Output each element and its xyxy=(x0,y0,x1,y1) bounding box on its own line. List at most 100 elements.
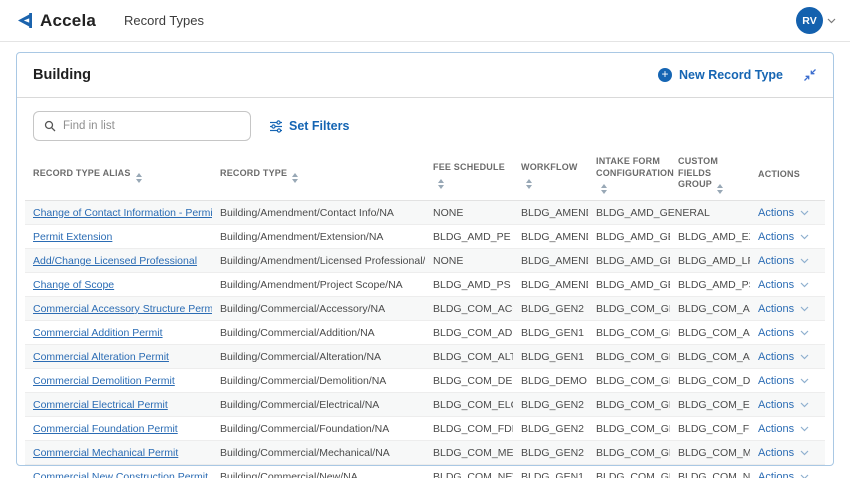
column-header-custom-fields-group[interactable]: Custom Fields Group xyxy=(670,153,750,201)
user-avatar[interactable]: RV xyxy=(796,7,823,34)
fee-schedule-cell: BLDG_COM_NEW xyxy=(425,465,513,478)
table-row: Commercial Foundation Permit Building/Co… xyxy=(25,417,825,441)
record-type-alias-link[interactable]: Change of Scope xyxy=(33,279,114,291)
table-row: Commercial Addition Permit Building/Comm… xyxy=(25,321,825,345)
column-header-intake-form-configuration[interactable]: Intake Form Configuration xyxy=(588,153,670,201)
record-type-alias-link[interactable]: Change of Contact Information - Permit xyxy=(33,207,212,219)
column-header-record-type-alias[interactable]: Record Type Alias xyxy=(25,153,212,201)
actions-label: Actions xyxy=(758,399,794,411)
workflow-cell: BLDG_GEN2 xyxy=(513,441,588,465)
record-type-alias-cell: Commercial Foundation Permit xyxy=(25,417,212,441)
actions-cell: Actions xyxy=(750,321,825,345)
actions-dropdown[interactable]: Actions xyxy=(758,255,809,267)
actions-label: Actions xyxy=(758,207,794,219)
actions-label: Actions xyxy=(758,255,794,267)
record-type-cell: Building/Commercial/Addition/NA xyxy=(212,321,425,345)
record-type-alias-link[interactable]: Commercial Foundation Permit xyxy=(33,423,178,435)
actions-dropdown[interactable]: Actions xyxy=(758,207,809,219)
fee-schedule-cell: BLDG_AMD_PS xyxy=(425,273,513,297)
search-input[interactable] xyxy=(63,120,240,132)
fee-schedule-cell: BLDG_COM_ADD xyxy=(425,321,513,345)
intake-form-configuration-cell: BLDG_AMD_GENERAL xyxy=(588,249,670,273)
actions-dropdown[interactable]: Actions xyxy=(758,351,809,363)
custom-fields-group-cell: BLDG_COM_MEC xyxy=(670,441,750,465)
set-filters-label: Set Filters xyxy=(289,119,349,133)
sort-icon xyxy=(438,179,444,189)
record-type-cell: Building/Commercial/Foundation/NA xyxy=(212,417,425,441)
chevron-down-icon xyxy=(800,354,809,360)
actions-cell: Actions xyxy=(750,297,825,321)
actions-dropdown[interactable]: Actions xyxy=(758,231,809,243)
actions-dropdown[interactable]: Actions xyxy=(758,399,809,411)
actions-cell: Actions xyxy=(750,225,825,249)
intake-form-configuration-cell: BLDG_COM_GEN xyxy=(588,393,670,417)
search-box xyxy=(33,111,251,141)
actions-cell: Actions xyxy=(750,345,825,369)
column-header-actions: Actions xyxy=(750,153,825,201)
actions-dropdown[interactable]: Actions xyxy=(758,279,809,291)
intake-form-configuration-cell: BLDG_AMD_GENERAL xyxy=(588,225,670,249)
actions-cell: Actions xyxy=(750,369,825,393)
chevron-down-icon xyxy=(800,306,809,312)
actions-cell: Actions xyxy=(750,249,825,273)
actions-dropdown[interactable]: Actions xyxy=(758,447,809,459)
table-row: Add/Change Licensed Professional Buildin… xyxy=(25,249,825,273)
intake-form-configuration-cell: BLDG_COM_GEN xyxy=(588,321,670,345)
table-row: Commercial Mechanical Permit Building/Co… xyxy=(25,441,825,465)
intake-form-configuration-cell: BLDG_COM_GEN xyxy=(588,465,670,478)
collapse-panel-button[interactable] xyxy=(803,68,817,82)
actions-label: Actions xyxy=(758,471,794,478)
building-panel: Building + New Record Type xyxy=(16,52,834,466)
workflow-cell: BLDG_GEN1 xyxy=(513,465,588,478)
record-type-alias-link[interactable]: Commercial Demolition Permit xyxy=(33,375,175,387)
record-type-alias-link[interactable]: Add/Change Licensed Professional xyxy=(33,255,197,267)
record-type-alias-link[interactable]: Commercial Electrical Permit xyxy=(33,399,168,411)
actions-dropdown[interactable]: Actions xyxy=(758,423,809,435)
actions-cell: Actions xyxy=(750,201,825,225)
record-type-alias-cell: Commercial Demolition Permit xyxy=(25,369,212,393)
chevron-down-icon xyxy=(800,402,809,408)
column-header-workflow[interactable]: Workflow xyxy=(513,153,588,201)
column-header-record-type[interactable]: Record Type xyxy=(212,153,425,201)
table-row: Commercial New Construction Permit Build… xyxy=(25,465,825,478)
actions-dropdown[interactable]: Actions xyxy=(758,375,809,387)
user-menu-chevron-down-icon[interactable] xyxy=(827,18,836,24)
record-type-alias-link[interactable]: Commercial New Construction Permit xyxy=(33,471,208,478)
record-type-alias-cell: Commercial Accessory Structure Permit xyxy=(25,297,212,321)
actions-label: Actions xyxy=(758,231,794,243)
record-type-alias-cell: Commercial New Construction Permit xyxy=(25,465,212,478)
workflow-cell: BLDG_AMEND xyxy=(513,225,588,249)
intake-form-configuration-cell: BLDG_COM_GEN xyxy=(588,297,670,321)
record-type-cell: Building/Amendment/Contact Info/NA xyxy=(212,201,425,225)
sort-icon xyxy=(136,173,142,183)
fee-schedule-cell: NONE xyxy=(425,249,513,273)
sort-icon xyxy=(292,173,298,183)
record-type-cell: Building/Commercial/Alteration/NA xyxy=(212,345,425,369)
record-type-alias-link[interactable]: Commercial Alteration Permit xyxy=(33,351,169,363)
actions-label: Actions xyxy=(758,303,794,315)
record-type-alias-link[interactable]: Commercial Mechanical Permit xyxy=(33,447,178,459)
record-type-cell: Building/Commercial/New/NA xyxy=(212,465,425,478)
record-type-alias-link[interactable]: Commercial Addition Permit xyxy=(33,327,163,339)
column-header-fee-schedule[interactable]: Fee Schedule xyxy=(425,153,513,201)
fee-schedule-cell: BLDG_COM_ACC xyxy=(425,297,513,321)
actions-dropdown[interactable]: Actions xyxy=(758,327,809,339)
custom-fields-group-cell: BLDG_AMD_EXT xyxy=(670,225,750,249)
record-type-alias-cell: Add/Change Licensed Professional xyxy=(25,249,212,273)
actions-dropdown[interactable]: Actions xyxy=(758,471,809,478)
custom-fields-group-cell: BLDG_COM_ELC xyxy=(670,393,750,417)
custom-fields-group-cell: BLDG_COM_FDN xyxy=(670,417,750,441)
accela-logo-icon xyxy=(14,12,34,29)
new-record-type-button[interactable]: + New Record Type xyxy=(658,68,783,82)
accela-logo[interactable]: Accela xyxy=(14,11,96,31)
custom-fields-group-cell: BLDG_AMD_LP xyxy=(670,249,750,273)
record-type-cell: Building/Commercial/Mechanical/NA xyxy=(212,441,425,465)
set-filters-button[interactable]: Set Filters xyxy=(269,119,349,133)
table-toolbar: Set Filters xyxy=(17,98,833,153)
record-type-alias-link[interactable]: Commercial Accessory Structure Permit xyxy=(33,303,212,315)
actions-dropdown[interactable]: Actions xyxy=(758,303,809,315)
workflow-cell: BLDG_AMEND xyxy=(513,249,588,273)
record-type-alias-link[interactable]: Permit Extension xyxy=(33,231,112,243)
fee-schedule-cell: BLDG_COM_ALT xyxy=(425,345,513,369)
actions-label: Actions xyxy=(758,351,794,363)
